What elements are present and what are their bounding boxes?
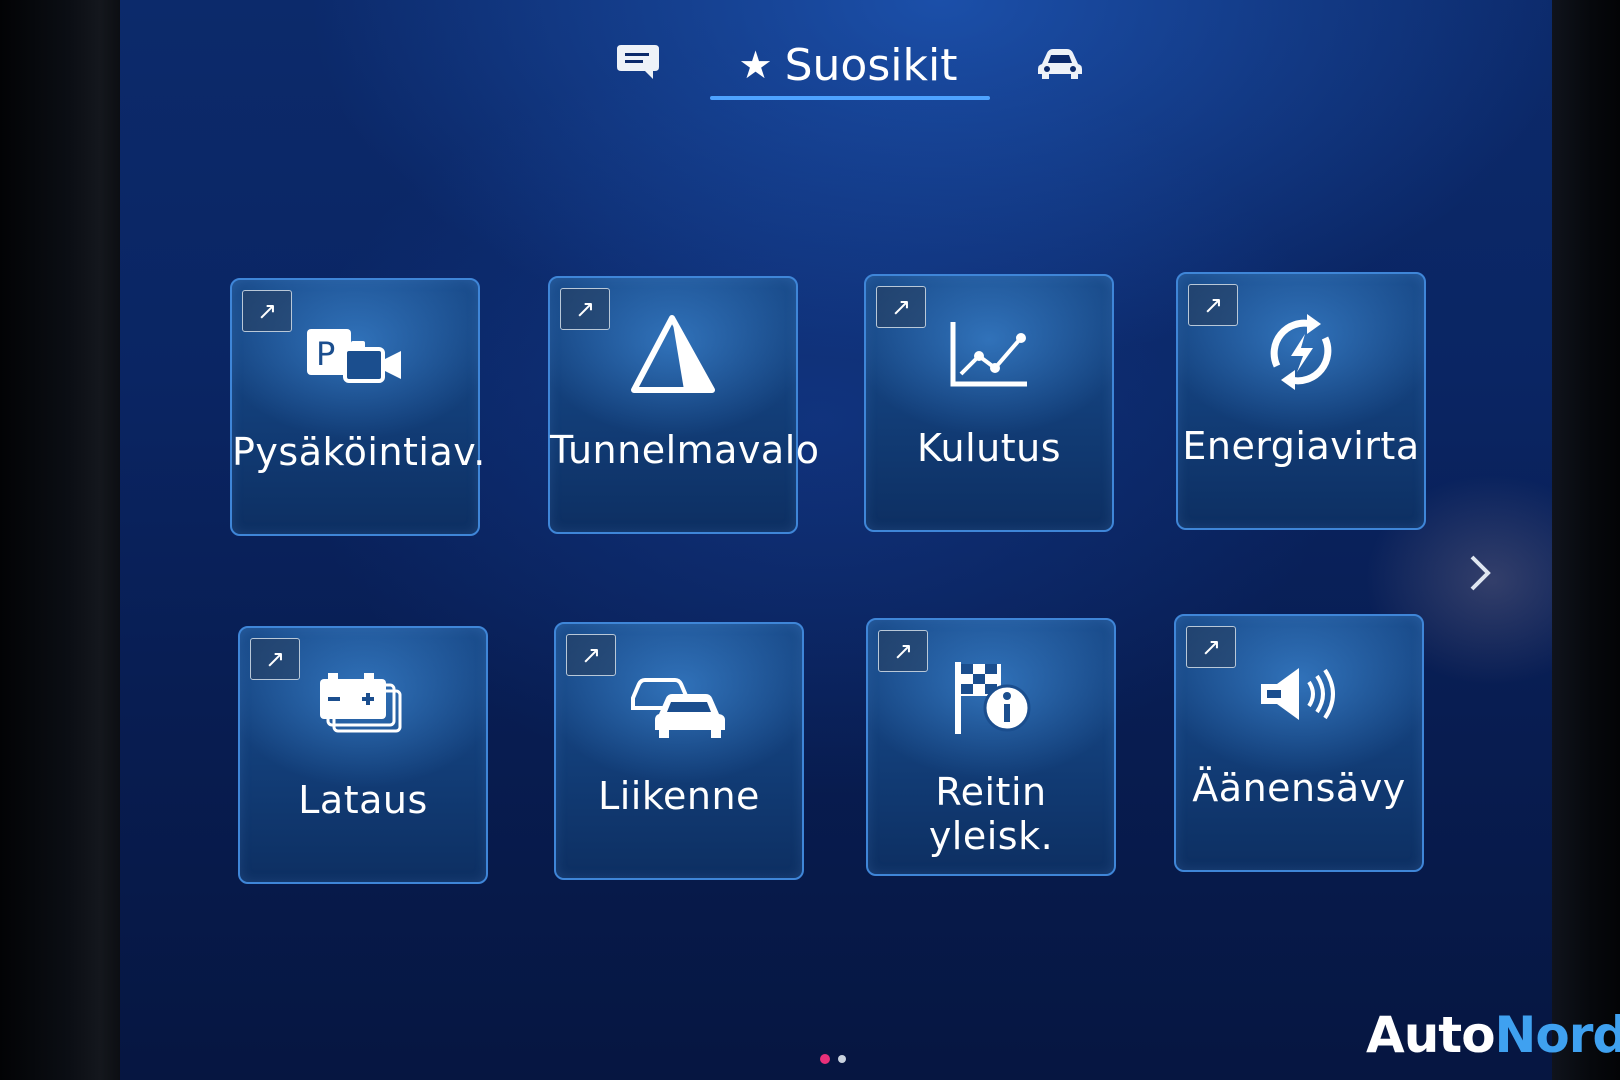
line-chart-icon	[934, 304, 1044, 404]
star-icon: ★	[738, 43, 773, 87]
svg-text:P: P	[316, 335, 335, 373]
tile-charging[interactable]: ↗ Lataus	[238, 626, 488, 884]
tile-label: Kulutus	[916, 426, 1062, 470]
tile-energy-flow[interactable]: ↗ Energiavirta	[1176, 272, 1426, 530]
infotainment-screen: ★ Suosikit ↗ P Pysäköintiav. ↗ Tunnelmav…	[120, 0, 1552, 1080]
ambient-light-pyramid-icon	[618, 306, 728, 406]
watermark-logo: AutoNord	[1366, 1010, 1620, 1060]
tile-label: Pysäköintiav.	[232, 430, 486, 474]
page-dot-active[interactable]	[820, 1054, 830, 1064]
tab-messages[interactable]	[612, 40, 664, 84]
tile-label: Energiavirta	[1182, 424, 1420, 468]
tile-label: Liikenne	[598, 774, 760, 818]
tile-traffic[interactable]: ↗ Liikenne	[554, 622, 804, 880]
tile-label: Tunnelmavalo	[550, 428, 820, 472]
tab-vehicle[interactable]	[1034, 40, 1086, 84]
tile-consumption[interactable]: ↗ Kulutus	[864, 274, 1114, 532]
shortcut-arrow-icon: ↗	[560, 288, 610, 330]
shortcut-arrow-icon: ↗	[876, 286, 926, 328]
screen-bezel-left	[0, 0, 125, 1080]
next-page-chevron[interactable]	[1460, 548, 1500, 598]
logo-part-nord: Nord	[1494, 1006, 1620, 1064]
tab-favorites[interactable]: ★ Suosikit	[710, 28, 986, 102]
tile-label: Lataus	[298, 778, 428, 822]
shortcut-arrow-icon: ↗	[250, 638, 300, 680]
page-dot[interactable]	[838, 1055, 846, 1063]
tile-label: Reitin yleisk.	[928, 770, 1054, 858]
shortcut-arrow-icon: ↗	[1188, 284, 1238, 326]
chevron-right-icon	[1470, 555, 1491, 591]
parking-camera-icon: P	[300, 308, 410, 408]
logo-part-auto: Auto	[1366, 1006, 1496, 1064]
speaker-icon	[1244, 644, 1354, 744]
shortcut-arrow-icon: ↗	[566, 634, 616, 676]
shortcut-arrow-icon: ↗	[242, 290, 292, 332]
active-tab-indicator	[710, 96, 990, 100]
tile-ambient-light[interactable]: ↗ Tunnelmavalo	[548, 276, 820, 534]
car-icon	[1038, 49, 1082, 79]
tile-route-overview[interactable]: ↗ Reitin yleisk.	[866, 618, 1116, 876]
shortcut-arrow-icon: ↗	[878, 630, 928, 672]
tile-label: Äänensävy	[1192, 766, 1406, 810]
route-flag-info-icon	[936, 648, 1046, 748]
screen-bezel-right	[1550, 0, 1620, 1080]
tab-bar: ★ Suosikit	[120, 0, 1552, 110]
tile-parking-assist[interactable]: ↗ P Pysäköintiav.	[230, 278, 486, 536]
page-indicator	[820, 1054, 846, 1064]
tile-sound-tone[interactable]: ↗ Äänensävy	[1174, 614, 1424, 872]
battery-charging-icon	[308, 656, 418, 756]
tab-favorites-label: Suosikit	[784, 39, 958, 91]
message-bubble-icon	[617, 45, 659, 79]
traffic-cars-icon	[624, 652, 734, 752]
energy-flow-icon	[1246, 302, 1356, 402]
shortcut-arrow-icon: ↗	[1186, 626, 1236, 668]
